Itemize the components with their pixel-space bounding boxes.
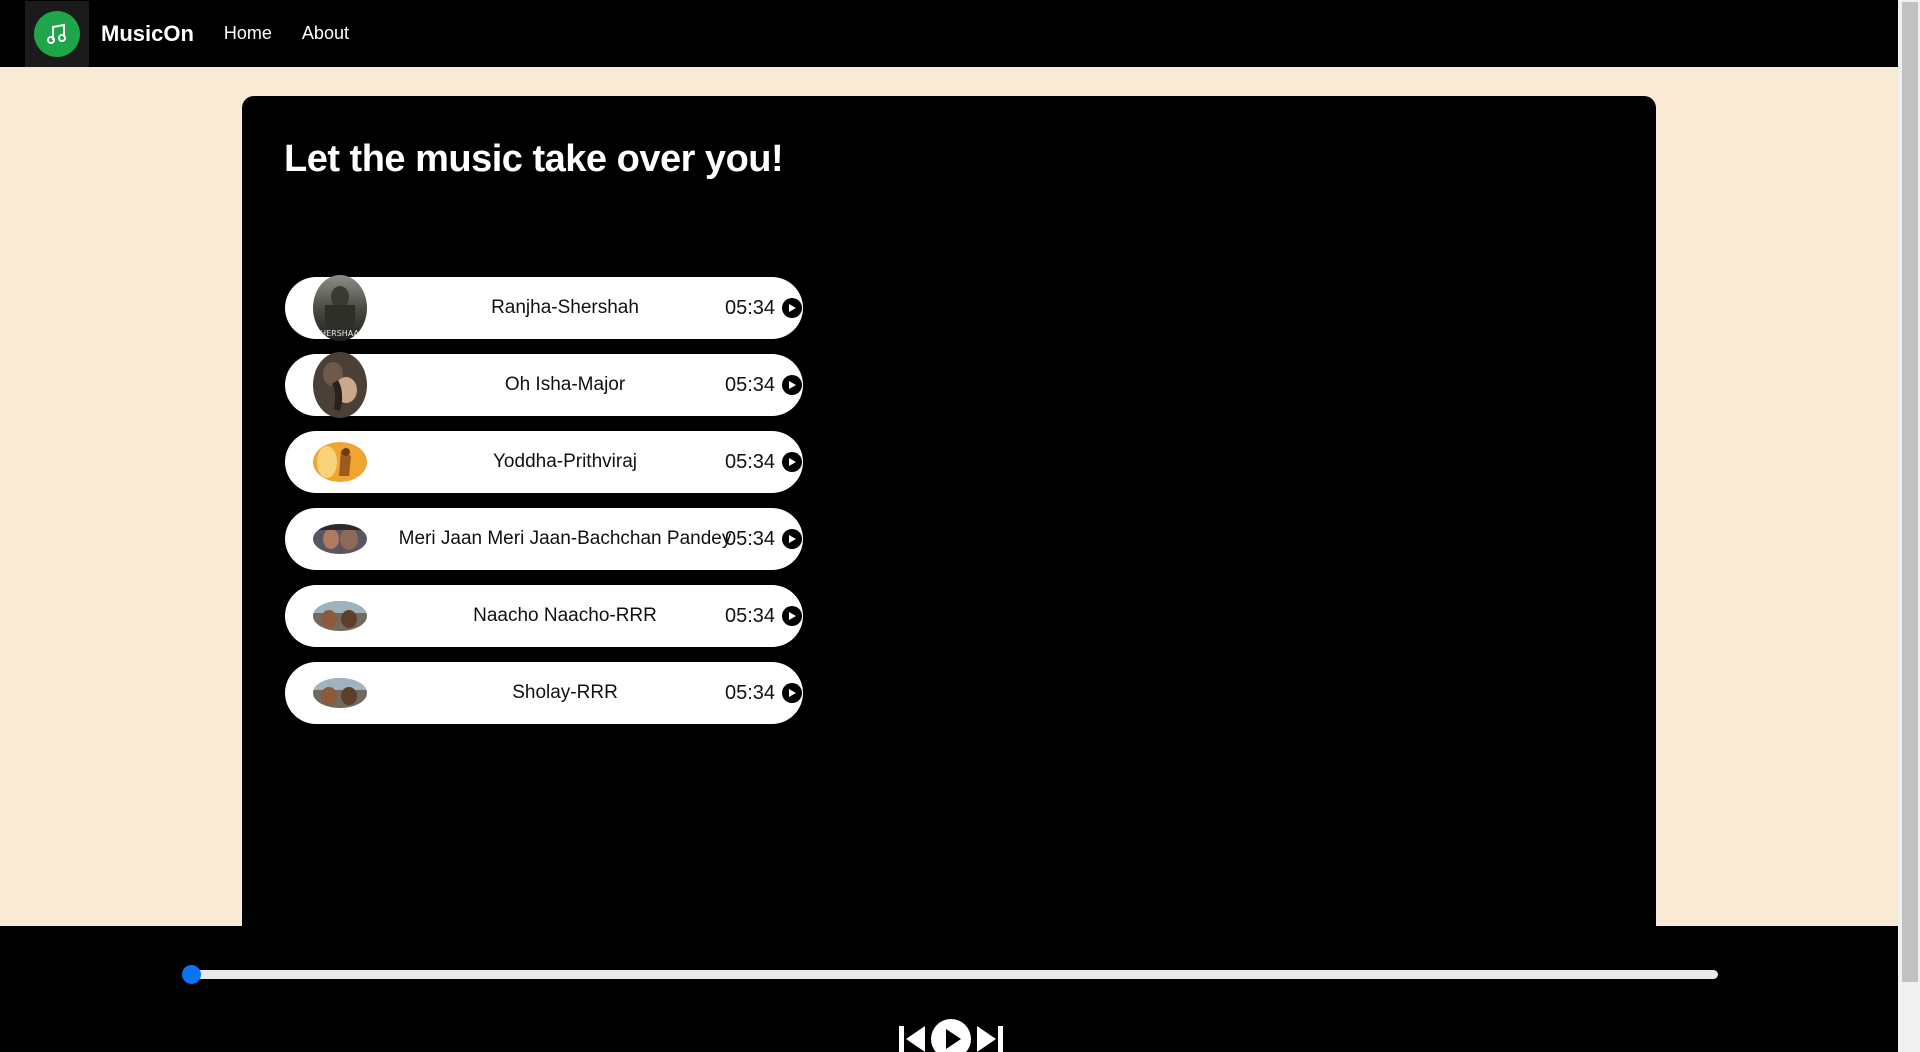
page-title: Let the music take over you! <box>284 138 784 180</box>
song-item[interactable]: Oh Isha-Major 05:34 <box>285 352 803 418</box>
player-bar <box>0 926 1898 1052</box>
song-item[interactable]: Yoddha-Prithviraj 05:34 <box>285 431 803 493</box>
play-icon[interactable] <box>782 375 802 395</box>
progress-thumb[interactable] <box>182 965 201 984</box>
next-icon[interactable] <box>976 1024 1004 1052</box>
song-duration: 05:34 <box>725 296 776 319</box>
scrollbar-thumb[interactable] <box>1902 2 1918 982</box>
song-title: Ranjha-Shershah <box>491 297 639 318</box>
song-title: Sholay-RRR <box>512 682 618 703</box>
play-icon[interactable] <box>782 529 802 549</box>
song-title: Meri Jaan Meri Jaan-Bachchan Pandey <box>398 528 732 549</box>
nav-link-about[interactable]: About <box>302 23 349 44</box>
song-duration: 05:34 <box>725 527 776 550</box>
nav-link-home[interactable]: Home <box>224 23 272 44</box>
album-cover <box>313 678 367 708</box>
album-cover <box>313 352 367 418</box>
album-cover: SHERSHAAH <box>313 275 367 341</box>
song-item[interactable]: Naacho Naacho-RRR 05:34 <box>285 585 803 647</box>
play-icon[interactable] <box>782 298 802 318</box>
page-scrollbar[interactable] <box>1898 0 1920 1052</box>
song-item[interactable]: Meri Jaan Meri Jaan-Bachchan Pandey 05:3… <box>285 508 803 570</box>
song-title: Naacho Naacho-RRR <box>473 605 657 626</box>
brand-name[interactable]: MusicOn <box>101 21 194 47</box>
play-icon[interactable] <box>782 606 802 626</box>
song-duration: 05:34 <box>725 373 776 396</box>
song-duration: 05:34 <box>725 604 776 627</box>
navbar: MusicOn Home About <box>0 0 1898 67</box>
progress-slider[interactable] <box>182 965 1718 984</box>
album-cover <box>313 442 367 482</box>
song-item[interactable]: SHERSHAAH Ranjha-Shershah 05:34 <box>285 275 803 341</box>
music-note-icon <box>34 10 80 57</box>
player-controls <box>898 1019 1004 1052</box>
previous-icon[interactable] <box>898 1024 926 1052</box>
song-title: Yoddha-Prithviraj <box>493 451 637 472</box>
album-cover <box>313 601 367 631</box>
logo[interactable] <box>25 0 89 67</box>
song-duration: 05:34 <box>725 450 776 473</box>
cover-label: SHERSHAAH <box>315 329 365 338</box>
play-icon[interactable] <box>931 1019 971 1052</box>
play-icon[interactable] <box>782 683 802 703</box>
song-duration: 05:34 <box>725 681 776 704</box>
song-list: SHERSHAAH Ranjha-Shershah 05:34 Oh Isha-… <box>285 275 803 739</box>
main-container: Let the music take over you! SHERSHAAH R… <box>242 96 1656 926</box>
song-item[interactable]: Sholay-RRR 05:34 <box>285 662 803 724</box>
play-icon[interactable] <box>782 452 802 472</box>
album-cover <box>313 524 367 554</box>
song-title: Oh Isha-Major <box>504 374 626 395</box>
